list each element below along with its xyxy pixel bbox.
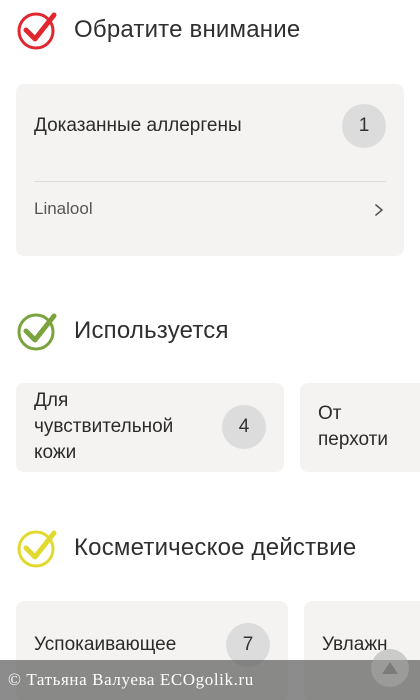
check-circle-green-icon <box>17 313 57 351</box>
chevron-right-icon <box>375 204 383 216</box>
card-divider <box>34 181 386 182</box>
used-card-label: От перхоти <box>318 403 388 450</box>
scroll-to-top-button[interactable] <box>371 649 409 687</box>
allergens-card: Доказанные аллергены 1 Linalool <box>16 84 404 256</box>
section-cosmetic-header: Косметическое действие <box>16 527 356 569</box>
used-card-sensitive-skin[interactable]: Для чувствительной кожи 4 <box>16 383 284 472</box>
allergen-row-linalool[interactable]: Linalool <box>16 184 404 236</box>
section-cosmetic-title: Косметическое действие <box>74 534 357 561</box>
allergens-label: Доказанные аллергены <box>34 115 242 136</box>
cosmetic-card-label: Успокаивающее <box>34 634 177 655</box>
section-used-header: Используется <box>16 310 229 352</box>
allergens-count-badge: 1 <box>342 104 386 148</box>
watermark-text: © Татьяна Валуева ECOgolik.ru <box>8 670 254 689</box>
product-ingredients-screen: Обратите внимание Доказанные аллергены 1… <box>0 0 420 700</box>
used-card-count-badge: 4 <box>222 405 266 449</box>
section-used-title: Используется <box>74 317 229 344</box>
used-card-dandruff[interactable]: От перхоти <box>300 383 420 472</box>
allergen-name: Linalool <box>34 199 93 218</box>
arrow-up-icon <box>382 662 398 674</box>
check-circle-red-icon <box>17 12 57 50</box>
check-circle-yellow-icon <box>17 530 57 568</box>
used-card-label: Для чувствительной кожи <box>34 390 174 463</box>
section-attention-header: Обратите внимание <box>16 9 300 51</box>
watermark-bar: © Татьяна Валуева ECOgolik.ru <box>0 660 420 700</box>
section-attention-title: Обратите внимание <box>74 16 301 43</box>
